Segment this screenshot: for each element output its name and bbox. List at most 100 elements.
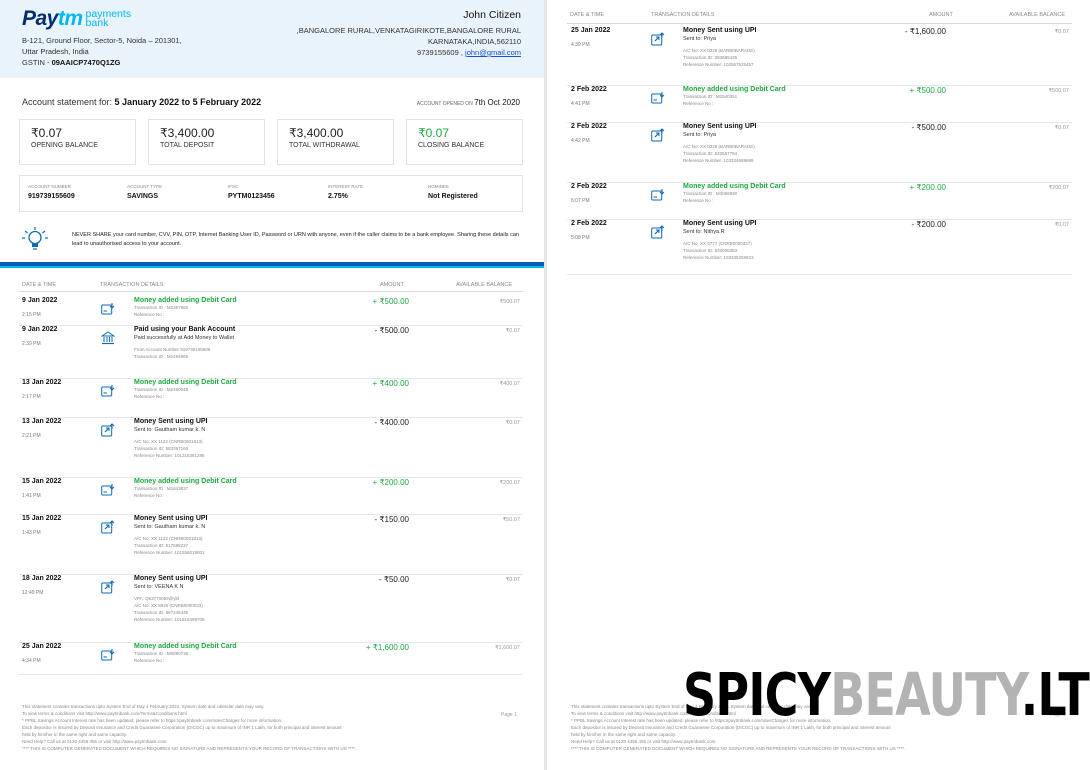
- transaction-title: Money Sent using UPI: [683, 27, 757, 34]
- customer-name: John Citizen: [463, 9, 521, 21]
- upi-send-icon: [651, 32, 665, 46]
- transaction-details: Money added using Debit Card Transaction …: [134, 478, 237, 499]
- transaction-subtitle: Paid successfully at Add Money to Wallet: [134, 335, 235, 341]
- account-opened: ACCOUNT OPENED ON 7th Oct 2020: [416, 98, 520, 107]
- transaction-details: Paid using your Bank Account Paid success…: [134, 326, 235, 360]
- transaction-date: 13 Jan 2022: [22, 418, 62, 425]
- customer-email-link[interactable]: john@gmail.com: [465, 48, 521, 57]
- transaction-date: 25 Jan 2022: [571, 27, 611, 34]
- available-balance: ₹1,600.07: [495, 645, 520, 651]
- bank-address: B-121, Ground Floor, Sector-5, Noida – 2…: [22, 36, 182, 67]
- transaction-meta-line: Transaction ID : M2460048: [134, 387, 189, 392]
- transaction-meta-line: From Account Number 919739155609: [134, 347, 211, 352]
- debit-card-add-icon: [101, 483, 115, 497]
- transaction-time: 4:34 PM: [22, 658, 41, 664]
- footer-line: * PPBL Savings Account Interest rate has…: [22, 718, 283, 723]
- debit-card-add-icon: [651, 188, 665, 202]
- transaction-time: 4:42 PM: [571, 138, 590, 144]
- transaction-meta-line: A/C No: XX 6777 (CNRB0000427): [683, 241, 752, 246]
- transaction-date: 2 Feb 2022: [571, 123, 607, 130]
- footer-notes: This statement contains transactions upt…: [22, 703, 492, 752]
- transaction-meta-line: Transaction ID: 393695435: [683, 55, 738, 60]
- transaction-meta-line: Reference Number: 103334669695: [683, 158, 754, 163]
- transaction-title: Money Sent using UPI: [134, 515, 208, 522]
- available-balance: ₹500.07: [1048, 88, 1069, 94]
- transaction-time: 2:17 PM: [22, 394, 41, 400]
- transaction-datetime: 2 Feb 2022 4:41 PM: [571, 86, 607, 107]
- bank-icon: [100, 331, 116, 345]
- transaction-time: 5:08 PM: [571, 235, 590, 241]
- transaction-time: 4:41 PM: [571, 101, 590, 107]
- available-balance: ₹0.07: [1054, 222, 1069, 228]
- footer-line: Need Help? Call us at 0120 4456 456 or v…: [22, 739, 167, 744]
- transaction-meta-line: Reference No :: [134, 493, 165, 498]
- col-header-amount: AMOUNT: [380, 282, 404, 288]
- header-rule: [19, 291, 523, 292]
- transaction-meta-line: Reference No :: [683, 198, 714, 203]
- transaction-meta-line: Transaction ID : M2494965: [134, 354, 189, 359]
- transaction-amount: + ₹500.00: [372, 297, 409, 306]
- transaction-meta-line: Transaction ID: 517588237: [134, 543, 189, 548]
- transaction-details: Money Sent using UPI Sent to: Priya A/C No…: [683, 27, 757, 68]
- available-balance: ₹200.07: [499, 480, 520, 486]
- transaction-title: Money Sent using UPI: [683, 220, 757, 227]
- col-header-date: DATE & TIME: [22, 282, 57, 288]
- watermark-logo: SPICYBEAUTY.LT: [683, 660, 1090, 729]
- transaction-meta-line: A/C No: XX 1122 (CNRB0001813): [134, 536, 203, 541]
- transaction-details: Money Sent using UPI Sent to: Nithya.R A/C…: [683, 220, 757, 261]
- security-notice: NEVER SHARE your card number, CVV, PIN, …: [22, 226, 522, 254]
- transaction-meta-line: Reference No :: [134, 394, 165, 399]
- upi-send-icon: [101, 580, 115, 594]
- transaction-datetime: 9 Jan 2022 2:39 PM: [22, 326, 57, 347]
- transaction-details: Money added using Debit Card Transaction …: [683, 183, 786, 204]
- transaction-datetime: 18 Jan 2022 12:49 PM: [22, 575, 61, 596]
- ifsc-code: IFSC PYTM0123456: [228, 184, 275, 200]
- transaction-meta-line: Reference Number: 101819498708: [134, 617, 205, 622]
- transaction-datetime: 13 Jan 2022 2:17 PM: [22, 379, 61, 400]
- available-balance: ₹0.07: [1054, 29, 1069, 35]
- transaction-details: Money Sent using UPI Sent to: Gautham kum…: [134, 418, 208, 459]
- transaction-amount: - ₹50.00: [379, 575, 409, 584]
- available-balance: ₹0.07: [505, 420, 520, 426]
- available-balance: ₹400.07: [499, 381, 520, 387]
- transaction-row: 18 Jan 2022 12:49 PM Money Sent using UPI S…: [19, 575, 523, 643]
- footer-line: held by him/her in the same right and sa…: [22, 732, 127, 737]
- transaction-date: 9 Jan 2022: [22, 297, 58, 304]
- transaction-meta-line: Transaction ID : M2357960: [134, 305, 189, 310]
- footer-line: **** THIS IS COMPUTER GENERATED DOCUMENT…: [22, 746, 357, 751]
- col-header-details: TRANSACTION DETAILS: [100, 282, 164, 288]
- transaction-amount: - ₹400.00: [374, 418, 409, 427]
- transaction-title: Money added using Debit Card: [134, 478, 237, 485]
- transaction-title: Money Sent using UPI: [134, 575, 208, 582]
- col-header-amount: AMOUNT: [929, 12, 953, 18]
- transaction-meta-line: Transaction ID: 533006383: [683, 248, 738, 253]
- transaction-amount: + ₹1,600.00: [365, 643, 409, 652]
- opening-balance-card: ₹0.07 OPENING BALANCE: [19, 119, 136, 165]
- transaction-date: 15 Jan 2022: [22, 515, 62, 522]
- transaction-amount: - ₹1,600.00: [904, 27, 946, 36]
- transaction-details: Money added using Debit Card Transaction …: [683, 86, 786, 107]
- transaction-row: 2 Feb 2022 5:08 PM Money Sent using UPI Sen…: [567, 220, 1072, 275]
- divider-stripe-accent: [0, 266, 544, 268]
- transaction-row: 25 Jan 2022 4:34 PM Money added using Debi…: [19, 643, 523, 675]
- transaction-time: 5:07 PM: [571, 198, 590, 204]
- footer-line: Need Help? Call us at 0120 4456 456 or v…: [571, 739, 716, 744]
- transaction-subtitle: Sent to: Gautham kumar k. N: [134, 524, 206, 530]
- footer-line: To view terms & conditions visit http://…: [22, 711, 187, 716]
- transaction-row: 9 Jan 2022 2:39 PM Paid using your Bank Ac…: [19, 326, 523, 379]
- transaction-time: 2:15 PM: [22, 312, 41, 318]
- footer-line: **** THIS IS COMPUTER GENERATED DOCUMENT…: [571, 746, 906, 751]
- transaction-meta-line: Transaction ID: 583357165: [134, 446, 189, 451]
- transaction-meta-line: A/C No: XX 0226 (BARB0BARADE): [683, 144, 755, 149]
- col-header-date: DATE & TIME: [570, 12, 605, 18]
- transaction-meta-line: Reference Number: 102567525457: [683, 62, 754, 67]
- transaction-datetime: 15 Jan 2022 1:43 PM: [22, 515, 61, 536]
- transaction-row: 13 Jan 2022 2:17 PM Money added using Debi…: [19, 379, 523, 418]
- transaction-amount: - ₹500.00: [374, 326, 409, 335]
- transaction-date: 13 Jan 2022: [22, 379, 62, 386]
- transaction-row: 15 Jan 2022 1:43 PM Money Sent using UPI Se…: [19, 515, 523, 575]
- transaction-amount: - ₹500.00: [911, 123, 946, 132]
- total-deposit-card: ₹3,400.00 TOTAL DEPOSIT: [148, 119, 265, 165]
- footer-line: This statement contains transactions upt…: [22, 704, 265, 709]
- upi-send-icon: [651, 128, 665, 142]
